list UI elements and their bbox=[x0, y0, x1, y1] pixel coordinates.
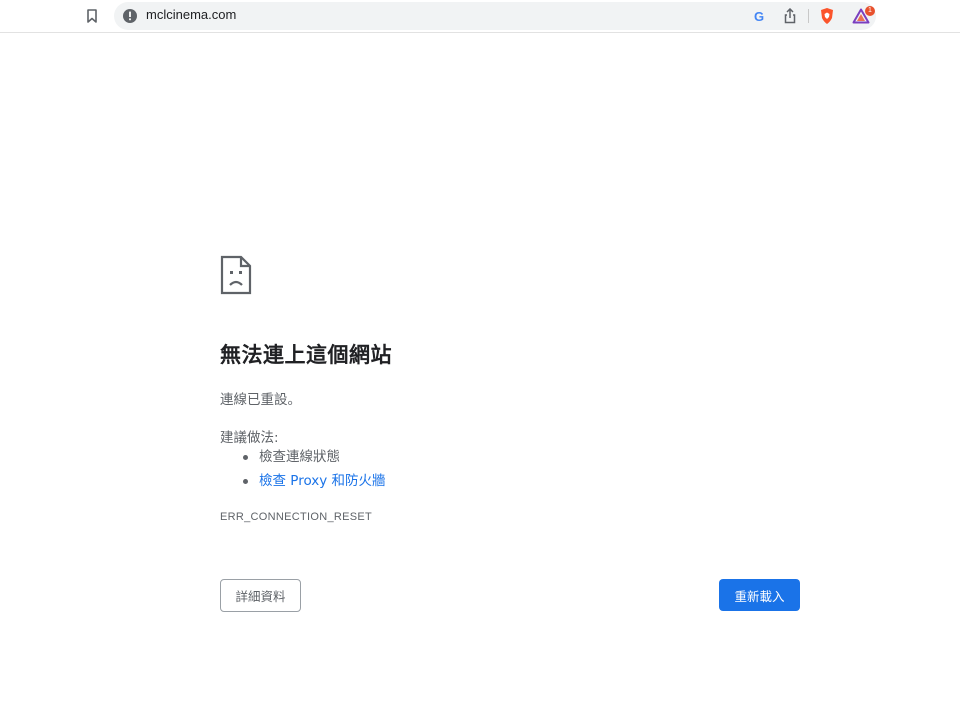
error-heading: 無法連上這個網站 bbox=[220, 343, 392, 367]
error-subtitle: 連線已重設。 bbox=[220, 392, 301, 408]
toolbar-divider bbox=[808, 9, 809, 23]
share-icon[interactable] bbox=[781, 7, 799, 25]
suggestions-list: 檢查連線狀態 檢查 Proxy 和防火牆 bbox=[220, 448, 386, 496]
rewards-badge: 1 bbox=[865, 6, 875, 16]
error-code: ERR_CONNECTION_RESET bbox=[220, 511, 373, 523]
google-letter: G bbox=[753, 8, 765, 24]
google-icon[interactable]: G bbox=[750, 7, 768, 25]
address-bar[interactable]: mclcinema.com G 1 bbox=[114, 2, 876, 30]
sad-page-icon bbox=[220, 255, 252, 295]
bookmark-icon[interactable] bbox=[84, 6, 100, 26]
reload-button[interactable]: 重新載入 bbox=[719, 579, 800, 611]
info-icon[interactable] bbox=[122, 8, 138, 24]
browser-toolbar: mclcinema.com G 1 bbox=[0, 0, 960, 33]
details-button[interactable]: 詳細資料 bbox=[220, 579, 301, 612]
suggestion-check-connection: 檢查連線狀態 bbox=[259, 449, 340, 465]
suggestion-item: 檢查連線狀態 bbox=[220, 448, 386, 472]
suggestions-title: 建議做法: bbox=[220, 430, 279, 446]
suggestion-item: 檢查 Proxy 和防火牆 bbox=[220, 472, 386, 496]
suggestion-check-proxy-link[interactable]: 檢查 Proxy 和防火牆 bbox=[259, 473, 386, 489]
url-text[interactable]: mclcinema.com bbox=[146, 7, 236, 22]
brave-shields-icon[interactable] bbox=[818, 7, 836, 25]
